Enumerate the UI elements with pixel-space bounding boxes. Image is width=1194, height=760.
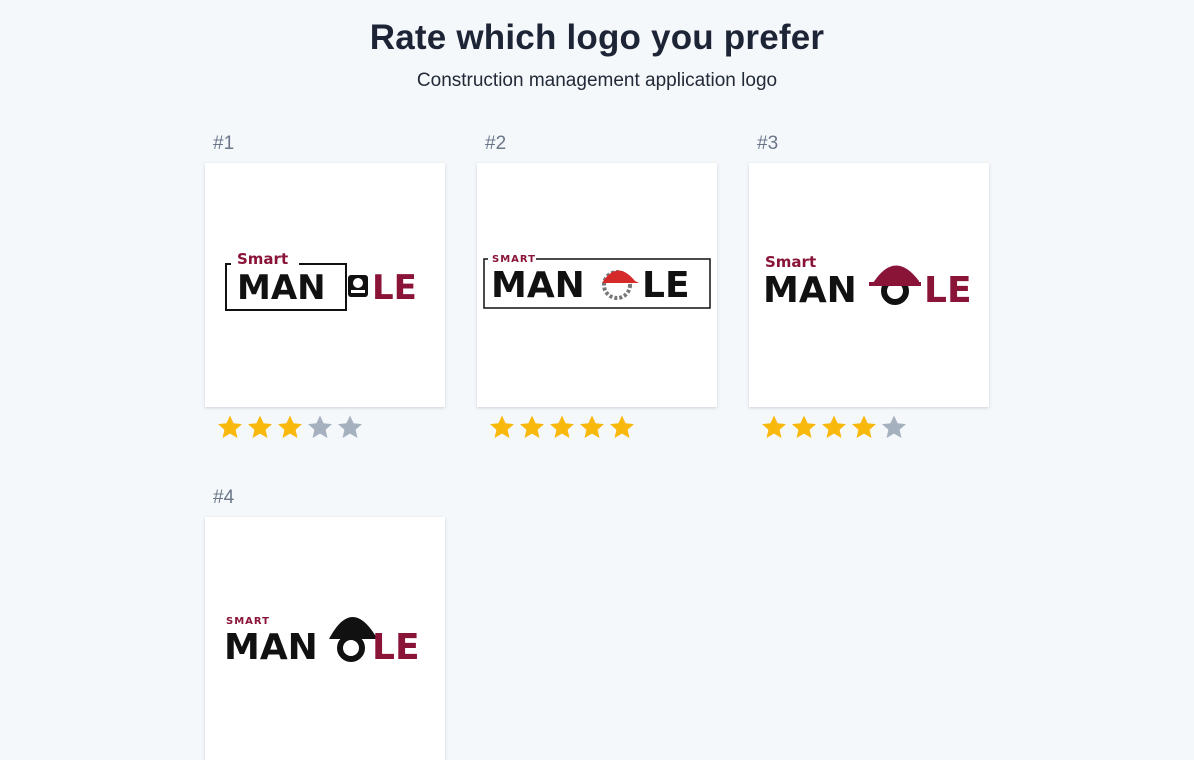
logo-small-text: SMART [492, 254, 536, 265]
entry-number: #3 [757, 133, 779, 154]
entry-number: #1 [213, 133, 235, 154]
star-icon[interactable] [789, 413, 819, 443]
logo-rating-page: Rate which logo you prefer Construction … [0, 0, 1194, 760]
star-icon[interactable] [849, 413, 879, 443]
logo-small-text: Smart [765, 253, 816, 271]
star-icon[interactable] [305, 413, 335, 443]
star-icon[interactable] [607, 413, 637, 443]
logo-small-text: SMART [226, 616, 270, 627]
logo-right-text: LE [924, 270, 972, 311]
star-icon[interactable] [819, 413, 849, 443]
star-icon[interactable] [215, 413, 245, 443]
logo-card-2[interactable]: SMART MAN LE [477, 163, 717, 407]
star-icon[interactable] [577, 413, 607, 443]
logo-small-text: Smart [237, 250, 288, 268]
star-icon[interactable] [245, 413, 275, 443]
star-rating [759, 413, 909, 443]
logo-4-image: SMART MAN LE [224, 616, 420, 668]
hard-hat-icon [869, 265, 921, 286]
logo-card-3[interactable]: Smart MAN LE [749, 163, 989, 407]
star-icon[interactable] [517, 413, 547, 443]
star-rating [215, 413, 365, 443]
logo-right-text: LE [372, 268, 417, 308]
star-icon[interactable] [759, 413, 789, 443]
hard-hat-icon [602, 270, 639, 283]
page-title: Rate which logo you prefer [369, 18, 825, 57]
star-icon[interactable] [547, 413, 577, 443]
logo-card-4[interactable]: SMART MAN LE [205, 517, 445, 760]
entry-number: #2 [485, 133, 507, 154]
entry-number: #4 [213, 487, 235, 508]
logo-left-text: MAN [763, 270, 857, 311]
page-subtitle: Construction management application logo [416, 70, 778, 91]
padlock-icon [348, 275, 368, 297]
star-rating [487, 413, 637, 443]
star-icon[interactable] [275, 413, 305, 443]
logo-left-text: MAN [491, 265, 585, 306]
logo-right-text: LE [642, 265, 690, 306]
star-icon[interactable] [335, 413, 365, 443]
logo-3-image: Smart MAN LE [763, 253, 972, 311]
logo-card-1[interactable]: Smart MAN LE [205, 163, 445, 407]
logo-right-text: LE [372, 627, 420, 668]
star-icon[interactable] [487, 413, 517, 443]
logo-1-image: Smart MAN LE [225, 250, 417, 311]
logo-left-text: MAN [224, 627, 318, 668]
logo-left-text: MAN [237, 268, 326, 308]
logo-2-image: SMART MAN LE [483, 251, 711, 309]
star-icon[interactable] [879, 413, 909, 443]
